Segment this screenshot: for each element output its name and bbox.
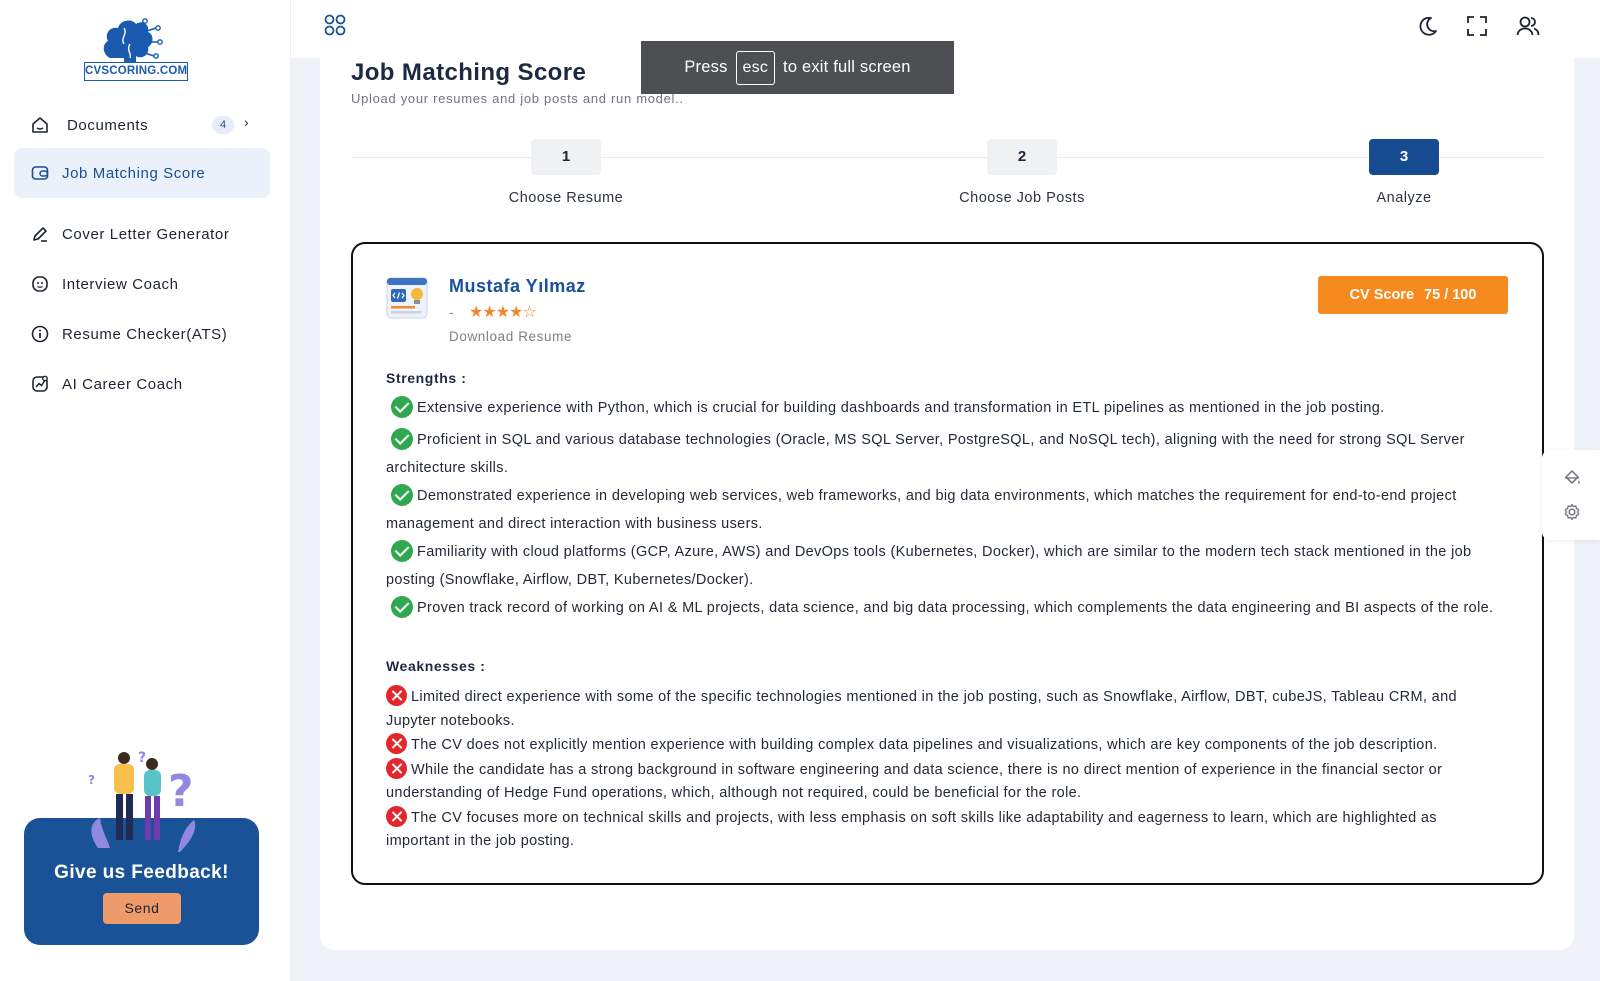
sidebar-item-cover-letter-generator[interactable]: Cover Letter Generator [14,209,270,259]
step-1-label: Choose Resume [508,190,624,206]
check-icon [391,484,413,506]
paint-bucket-icon[interactable] [1562,468,1582,488]
cross-icon [386,685,407,706]
step-2[interactable]: 2 [987,139,1057,175]
esc-key: esc [735,50,776,85]
feedback-title: Give us Feedback! [54,862,229,883]
strength-item: Proficient in SQL and various database t… [386,426,1506,482]
weakness-item: The CV does not explicitly mention exper… [386,733,1496,758]
sidebar-item-documents[interactable]: Documents 4 › [14,100,270,150]
check-icon [391,596,413,618]
sidebar-item-interview-coach[interactable]: Interview Coach [14,259,270,309]
logo[interactable]: CVSCORING.COM [84,14,188,82]
step-3[interactable]: 3 [1369,139,1439,175]
sidebar-item-label: Job Matching Score [62,164,206,182]
step-1[interactable]: 1 [531,139,601,175]
sidebar-item-label: Interview Coach [62,275,179,293]
send-feedback-button[interactable]: Send [103,893,181,924]
face-icon [30,274,50,294]
svg-text:?: ? [138,750,146,766]
candidate-meta: - [449,304,454,320]
cross-icon [386,733,407,754]
chart-icon [30,374,50,394]
customizer-panel [1542,450,1600,540]
fullscreen-icon[interactable] [1465,14,1489,38]
cross-icon [386,805,407,827]
cv-score-badge: CV Score 75 / 100 [1318,276,1508,314]
stepper-line [351,157,1544,158]
svg-text:?: ? [88,773,95,787]
strength-item: Familiarity with cloud platforms (GCP, A… [386,538,1506,594]
strength-item: Proven track record of working on AI & M… [386,594,1506,622]
sidebar-item-job-matching-score[interactable]: Job Matching Score [14,148,270,198]
sidebar-item-ai-career-coach[interactable]: AI Career Coach [14,359,270,409]
strengths-list: Extensive experience with Python, which … [386,394,1506,622]
pen-icon [30,224,50,244]
brain-logo-icon [103,18,163,62]
check-icon [391,396,413,418]
moon-icon[interactable] [1416,14,1440,38]
check-icon [391,428,413,450]
cv-score-label: CV Score [1349,287,1415,303]
weakness-item: While the candidate has a strong backgro… [386,757,1496,806]
cv-score-value: 75 / 100 [1424,287,1477,303]
strength-item: Extensive experience with Python, which … [386,394,1506,422]
sidebar-item-label: Documents [67,116,149,134]
documents-count-badge: 4 [212,116,234,134]
strengths-title: Strengths : [386,370,467,386]
sidebar-item-label: Resume Checker(ATS) [62,325,228,343]
download-resume-link[interactable]: Download Resume [449,329,572,344]
page-title: Job Matching Score [351,59,587,86]
toast-suffix: to exit full screen [783,58,911,76]
cross-icon [386,757,407,779]
chevron-right-icon: › [244,114,249,130]
weakness-item: The CV focuses more on technical skills … [386,805,1496,854]
apps-icon[interactable] [323,13,347,37]
rating-stars: ★★★★☆ [469,304,537,321]
step-2-label: Choose Job Posts [959,190,1085,206]
info-icon [30,324,50,344]
logo-text: CVSCORING.COM [84,62,188,81]
sidebar-item-label: Cover Letter Generator [62,225,230,243]
weaknesses-title: Weaknesses : [386,658,486,674]
toast-prefix: Press [684,58,728,76]
check-icon [391,540,413,562]
step-3-label: Analyze [1376,190,1432,206]
wallet-icon [30,163,50,183]
candidate-name: Mustafa Yılmaz [449,276,586,296]
analysis-result-card: Mustafa Yılmaz - ★★★★☆ Download Resume C… [351,242,1544,885]
strength-item: Demonstrated experience in developing we… [386,482,1506,538]
svg-text:?: ? [168,766,194,817]
home-icon [30,115,50,135]
resume-document-icon [386,277,428,319]
users-icon[interactable] [1516,14,1540,38]
fullscreen-toast: Press esc to exit full screen [641,41,954,94]
sidebar-item-resume-checker[interactable]: Resume Checker(ATS) [14,309,270,359]
sidebar-item-label: AI Career Coach [62,375,183,393]
gear-icon[interactable] [1562,502,1582,522]
sidebar: CVSCORING.COM Documents 4 › Job Matching… [0,0,291,981]
feedback-illustration: ? ? ? [88,750,196,852]
main-card: Job Matching Score Upload your resumes a… [320,58,1574,950]
page-subtitle: Upload your resumes and job posts and ru… [351,91,684,106]
weakness-item: Limited direct experience with some of t… [386,685,1496,733]
weaknesses-list: Limited direct experience with some of t… [386,685,1496,854]
